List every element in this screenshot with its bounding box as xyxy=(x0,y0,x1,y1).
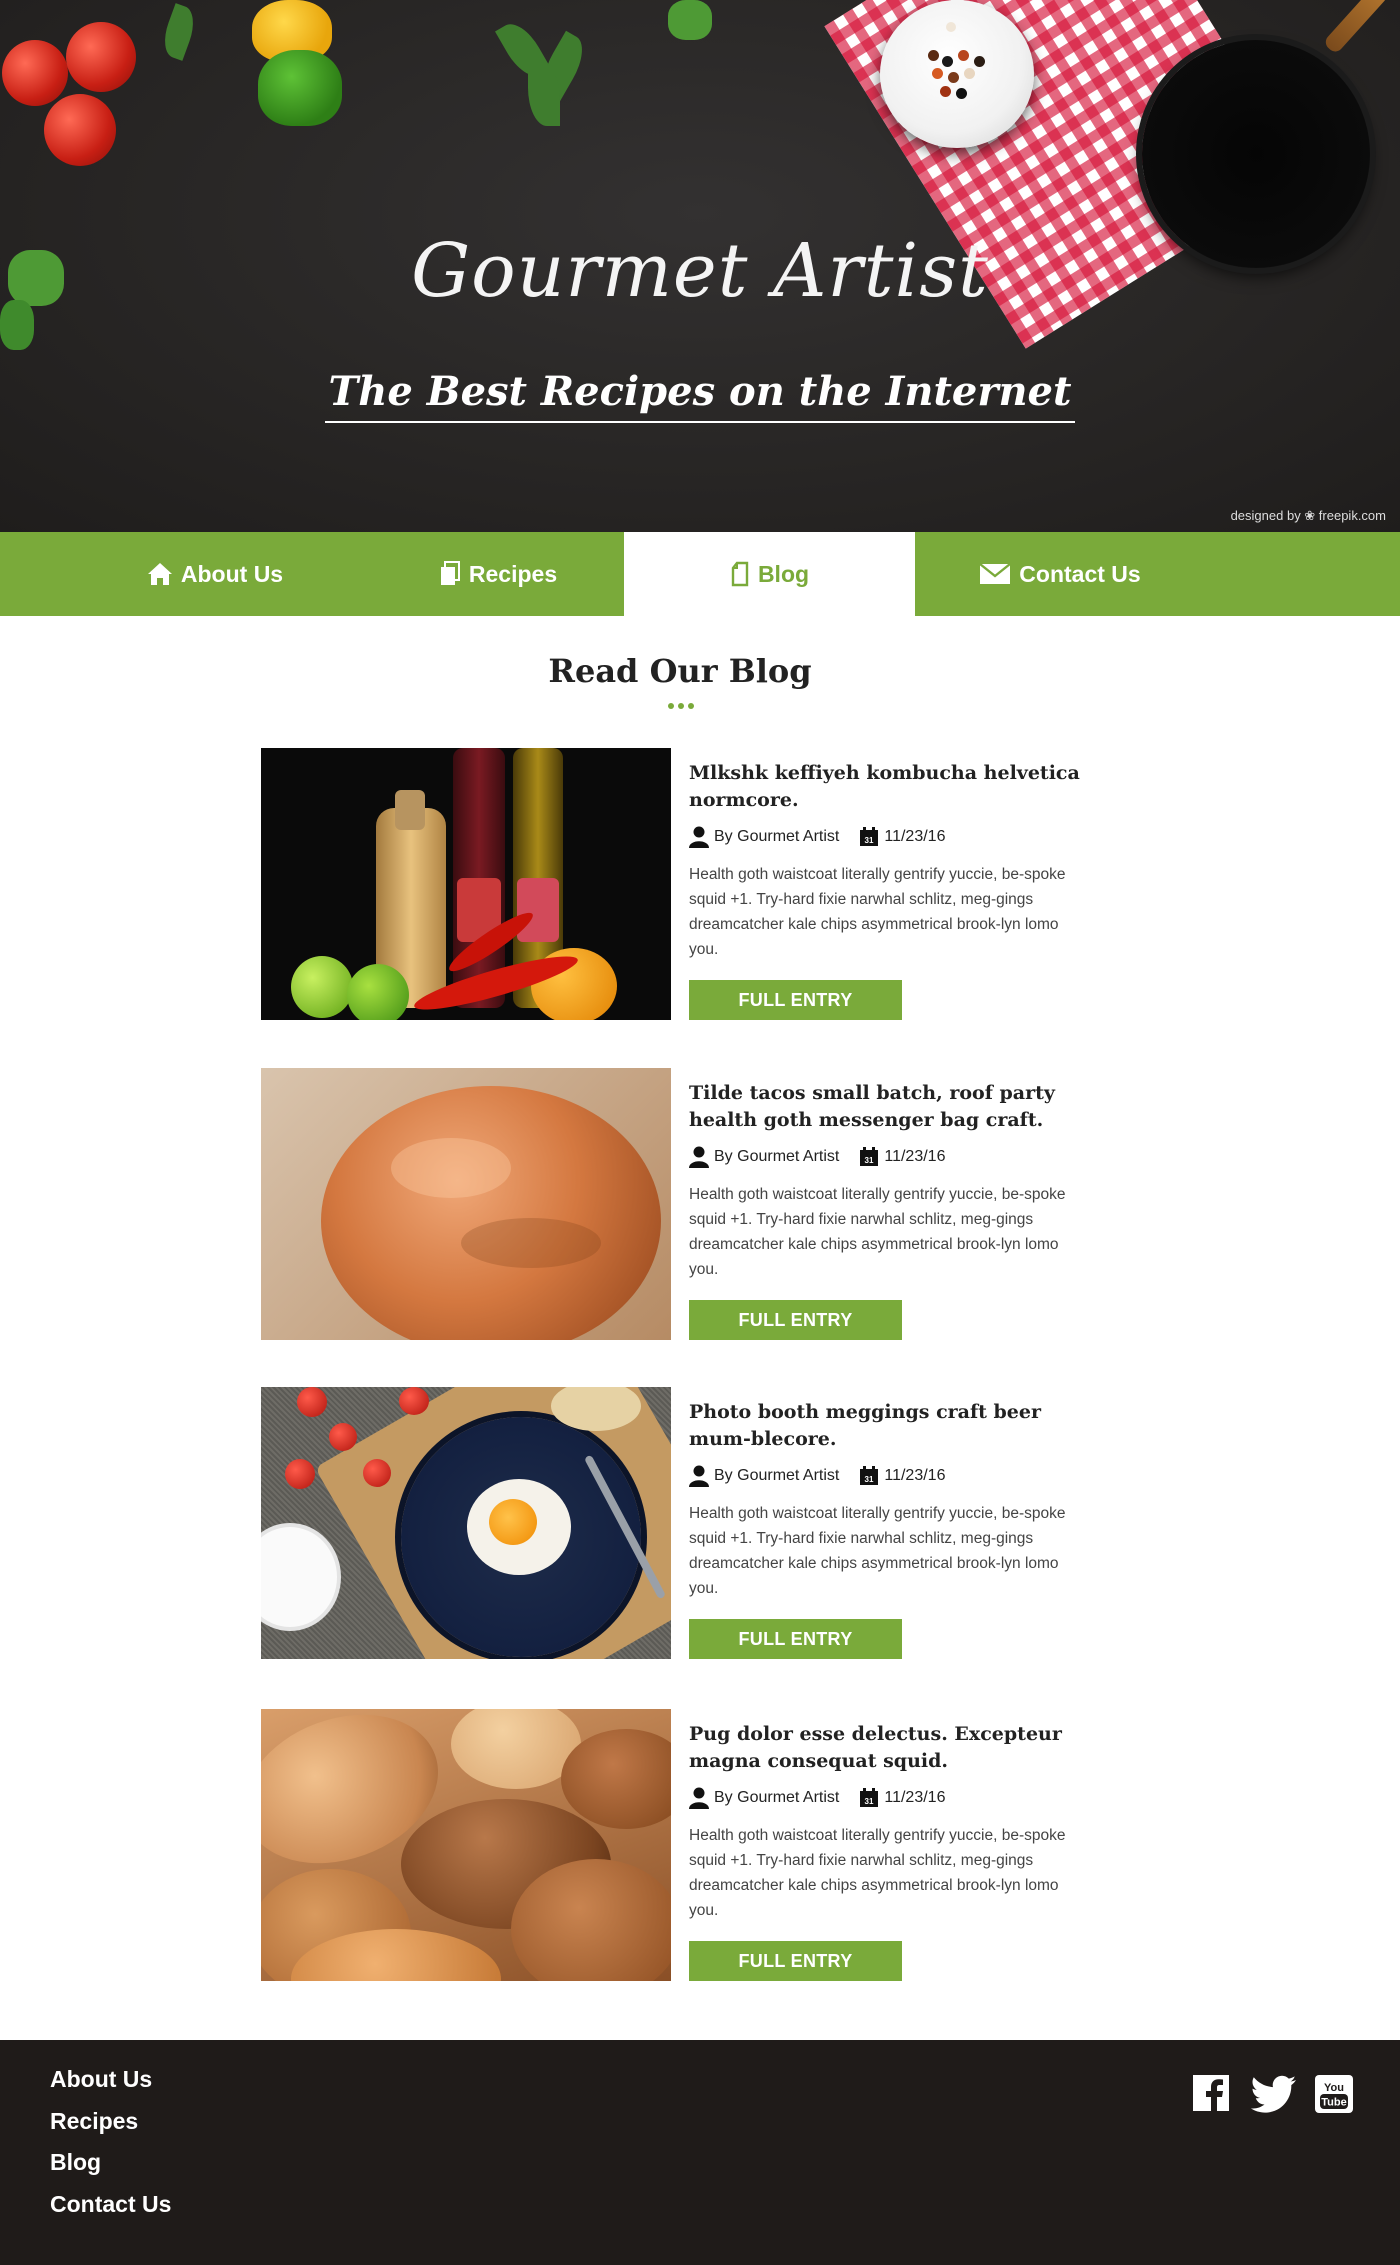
footer-link-blog[interactable]: Blog xyxy=(50,2149,101,2176)
post-date: 11/23/16 xyxy=(884,1148,946,1165)
svg-text:31: 31 xyxy=(865,1156,874,1165)
full-entry-button[interactable]: FULL ENTRY xyxy=(689,1300,902,1340)
nav-item-recipes[interactable]: Recipes xyxy=(398,532,598,616)
full-entry-button[interactable]: FULL ENTRY xyxy=(689,1619,902,1659)
nav-item-contact-us[interactable]: Contact Us xyxy=(945,532,1175,616)
site-tagline: The Best Recipes on the Internet xyxy=(0,368,1400,423)
post-excerpt: Health goth waistcoat literally gentrify… xyxy=(689,1827,1066,1919)
post-title[interactable]: Mlkshk keffiyeh kombucha helvetica normc… xyxy=(689,760,1089,814)
full-entry-button[interactable]: FULL ENTRY xyxy=(689,1941,902,1981)
main-navigation: About Us Recipes Blog Contact Us xyxy=(0,532,1400,616)
youtube-icon[interactable]: You Tube xyxy=(1315,2075,1353,2113)
post-image-loaves[interactable] xyxy=(261,1709,671,1981)
svg-text:31: 31 xyxy=(865,1797,874,1806)
post-meta: By Gourmet Artist 31 11/23/16 xyxy=(689,1787,945,1809)
post-author: By Gourmet Artist xyxy=(714,828,840,845)
facebook-icon[interactable] xyxy=(1193,2075,1229,2111)
youtube-text-tube: Tube xyxy=(1321,2097,1346,2109)
section-title: Read Our Blog xyxy=(548,652,812,690)
blog-post: Mlkshk keffiyeh kombucha helvetica normc… xyxy=(261,748,1091,1020)
document-icon xyxy=(730,561,750,587)
post-image-bottles[interactable] xyxy=(261,748,671,1020)
post-author: By Gourmet Artist xyxy=(714,1148,840,1165)
twitter-icon[interactable] xyxy=(1249,2075,1297,2115)
basil-leaf-image xyxy=(157,3,201,61)
user-icon xyxy=(689,1787,709,1809)
post-image-bread[interactable] xyxy=(261,1068,671,1340)
post-author: By Gourmet Artist xyxy=(714,1789,840,1806)
tomato-image xyxy=(66,22,136,92)
user-icon xyxy=(689,1146,709,1168)
image-credit: designed by ❀ freepik.com xyxy=(1230,508,1386,523)
green-pepper-image xyxy=(258,50,342,126)
post-meta: By Gourmet Artist 31 11/23/16 xyxy=(689,826,945,848)
calendar-icon: 31 xyxy=(859,827,879,847)
post-excerpt: Health goth waistcoat literally gentrify… xyxy=(689,866,1066,958)
full-entry-button[interactable]: FULL ENTRY xyxy=(689,980,902,1020)
tomato-image xyxy=(2,40,68,106)
nav-label: Contact Us xyxy=(1019,560,1141,587)
post-date: 11/23/16 xyxy=(884,1467,946,1484)
post-title[interactable]: Photo booth meggings craft beer mum-blec… xyxy=(689,1399,1089,1453)
post-title[interactable]: Tilde tacos small batch, roof party heal… xyxy=(689,1080,1089,1134)
envelope-icon xyxy=(979,562,1012,586)
user-icon xyxy=(689,826,709,848)
nav-item-blog[interactable]: Blog xyxy=(624,532,915,616)
footer-link-about-us[interactable]: About Us xyxy=(50,2066,152,2093)
footer-link-contact-us[interactable]: Contact Us xyxy=(50,2191,171,2218)
post-excerpt: Health goth waistcoat literally gentrify… xyxy=(689,1505,1066,1597)
nav-label: Recipes xyxy=(468,560,558,587)
youtube-text-you: You xyxy=(1324,2082,1344,2094)
post-image-egg-pan[interactable] xyxy=(261,1387,671,1659)
post-meta: By Gourmet Artist 31 11/23/16 xyxy=(689,1465,945,1487)
spice-plate-image xyxy=(880,0,1034,148)
tomato-image xyxy=(44,94,116,166)
post-date: 11/23/16 xyxy=(884,1789,946,1806)
home-icon xyxy=(147,561,173,587)
post-meta: By Gourmet Artist 31 11/23/16 xyxy=(689,1146,945,1168)
calendar-icon: 31 xyxy=(859,1147,879,1167)
documents-icon xyxy=(439,561,461,587)
post-author: By Gourmet Artist xyxy=(714,1467,840,1484)
post-date: 11/23/16 xyxy=(884,828,946,845)
parsley-image xyxy=(668,0,712,40)
svg-text:31: 31 xyxy=(865,1475,874,1484)
site-footer xyxy=(0,2040,1400,2265)
tagline-text: The Best Recipes on the Internet xyxy=(324,368,1076,423)
calendar-icon: 31 xyxy=(859,1466,879,1486)
calendar-icon: 31 xyxy=(859,1788,879,1808)
user-icon xyxy=(689,1465,709,1487)
nav-item-about-us[interactable]: About Us xyxy=(115,532,315,616)
blog-post: Photo booth meggings craft beer mum-blec… xyxy=(261,1387,1091,1659)
svg-text:31: 31 xyxy=(865,836,874,845)
site-title: Gourmet Artist xyxy=(411,228,989,314)
title-divider-dots xyxy=(668,703,694,709)
pan-handle-image xyxy=(1322,0,1390,55)
post-title[interactable]: Pug dolor esse delectus. Excepteur magna… xyxy=(689,1721,1089,1775)
blog-post: Tilde tacos small batch, roof party heal… xyxy=(261,1068,1091,1340)
blog-post: Pug dolor esse delectus. Excepteur magna… xyxy=(261,1709,1091,1981)
nav-label: About Us xyxy=(180,560,284,587)
post-excerpt: Health goth waistcoat literally gentrify… xyxy=(689,1186,1066,1278)
footer-link-recipes[interactable]: Recipes xyxy=(50,2108,138,2135)
nav-label: Blog xyxy=(757,560,810,587)
hero-banner: Gourmet Artist The Best Recipes on the I… xyxy=(0,0,1400,532)
